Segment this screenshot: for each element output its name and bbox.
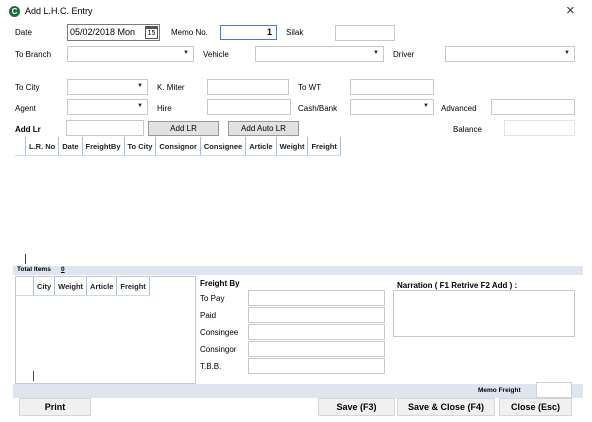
chevron-down-icon: ▼ <box>564 50 570 56</box>
window-title: Add L.H.C. Entry <box>25 6 93 16</box>
date-label: Date <box>15 28 32 37</box>
scroll-handle[interactable] <box>33 371 34 381</box>
city-grid-header: City Weight Article Freight <box>34 277 150 296</box>
consignee-label: Consingee <box>200 328 239 337</box>
memo-freight-field <box>536 382 572 398</box>
scroll-handle[interactable] <box>25 254 26 264</box>
date-field[interactable]: 05/02/2018 Mon 15 <box>67 24 160 41</box>
add-lr-button[interactable]: Add LR <box>148 121 219 136</box>
city-grid-row-indicator <box>16 277 34 296</box>
add-lr-label: Add Lr <box>15 125 41 134</box>
col-lr-no[interactable]: L.R. No <box>26 137 60 155</box>
advanced-field[interactable] <box>491 99 575 115</box>
paid-label: Paid <box>200 311 217 320</box>
lr-grid: L.R. No Date FreightBy To City Consignor… <box>15 137 575 266</box>
tbb-label: T.B.B. <box>200 362 222 371</box>
driver-label: Driver <box>393 50 415 59</box>
col-freight[interactable]: Freight <box>308 137 341 155</box>
col-date[interactable]: Date <box>59 137 83 155</box>
chevron-down-icon: ▼ <box>373 50 379 56</box>
to-wt-label: To WT <box>298 83 322 92</box>
total-items-count: 0 <box>61 266 65 273</box>
col-article[interactable]: Article <box>246 137 277 155</box>
advanced-label: Advanced <box>441 104 477 113</box>
agent-label: Agent <box>15 104 36 113</box>
silak-label: Silak <box>286 28 304 37</box>
k-miter-field[interactable] <box>207 79 289 95</box>
date-value: 05/02/2018 Mon <box>70 27 136 37</box>
memo-freight-bar: Memo Freight <box>13 384 583 398</box>
driver-select[interactable]: ▼ <box>445 46 575 62</box>
hire-field[interactable] <box>207 99 291 115</box>
vehicle-label: Vehicle <box>203 50 229 59</box>
app-logo-icon: C <box>9 6 20 17</box>
close-icon[interactable]: × <box>566 2 575 19</box>
narration-textarea[interactable] <box>393 290 575 337</box>
col-city[interactable]: City <box>34 277 56 295</box>
to-city-label: To City <box>15 83 40 92</box>
cash-bank-select[interactable]: ▼ <box>350 99 434 115</box>
col-weight[interactable]: Weight <box>277 137 309 155</box>
save-button[interactable]: Save (F3) <box>318 398 395 416</box>
lr-grid-row-indicator <box>15 137 26 156</box>
to-city-select[interactable]: ▼ <box>67 79 148 95</box>
add-auto-lr-button[interactable]: Add Auto LR <box>228 121 299 136</box>
col-article[interactable]: Article <box>87 277 118 295</box>
col-freight[interactable]: Freight <box>117 277 150 295</box>
narration-label: Narration ( F1 Retrive F2 Add ) : <box>397 281 518 290</box>
lr-grid-header: L.R. No Date FreightBy To City Consignor… <box>26 137 341 156</box>
total-items-label: Total Items <box>17 266 51 273</box>
totals-bar: Total Items 0 <box>13 266 583 275</box>
consignor-label: Consingor <box>200 345 237 354</box>
chevron-down-icon: ▼ <box>137 83 143 89</box>
col-consignor[interactable]: Consignor <box>156 137 201 155</box>
balance-label: Balance <box>453 125 482 134</box>
to-wt-field[interactable] <box>350 79 434 95</box>
to-branch-label: To Branch <box>15 50 52 59</box>
memo-label: Memo No. <box>171 28 208 37</box>
city-grid: City Weight Article Freight <box>15 276 196 384</box>
paid-field[interactable] <box>248 307 385 323</box>
add-lr-input[interactable] <box>66 120 144 136</box>
title-bar: C Add L.H.C. Entry × <box>0 0 592 24</box>
close-button[interactable]: Close (Esc) <box>499 398 572 416</box>
freight-by-title: Freight By <box>200 279 240 288</box>
consignor-field[interactable] <box>248 341 385 357</box>
consignee-field[interactable] <box>248 324 385 340</box>
to-branch-select[interactable]: ▼ <box>67 46 194 62</box>
memo-value: 1 <box>266 27 272 37</box>
balance-field <box>504 120 575 136</box>
col-consignee[interactable]: Consignee <box>201 137 247 155</box>
agent-select[interactable]: ▼ <box>67 99 148 115</box>
col-to-city[interactable]: To City <box>125 137 157 155</box>
memo-field[interactable]: 1 <box>220 25 277 40</box>
vehicle-select[interactable]: ▼ <box>255 46 384 62</box>
cash-bank-label: Cash/Bank <box>298 104 338 113</box>
chevron-down-icon: ▼ <box>423 103 429 109</box>
print-button[interactable]: Print <box>19 398 91 416</box>
save-close-button[interactable]: Save & Close (F4) <box>397 398 495 416</box>
calendar-icon[interactable]: 15 <box>145 26 158 39</box>
hire-label: Hire <box>157 104 172 113</box>
memo-freight-label: Memo Freight <box>478 387 521 394</box>
col-freight-by[interactable]: FreightBy <box>83 137 125 155</box>
to-pay-label: To Pay <box>200 294 225 303</box>
silak-field[interactable] <box>335 25 395 41</box>
col-weight[interactable]: Weight <box>55 277 88 295</box>
to-pay-field[interactable] <box>248 290 385 306</box>
chevron-down-icon: ▼ <box>137 103 143 109</box>
k-miter-label: K. Miter <box>157 83 185 92</box>
chevron-down-icon: ▼ <box>183 50 189 56</box>
tbb-field[interactable] <box>248 358 385 374</box>
